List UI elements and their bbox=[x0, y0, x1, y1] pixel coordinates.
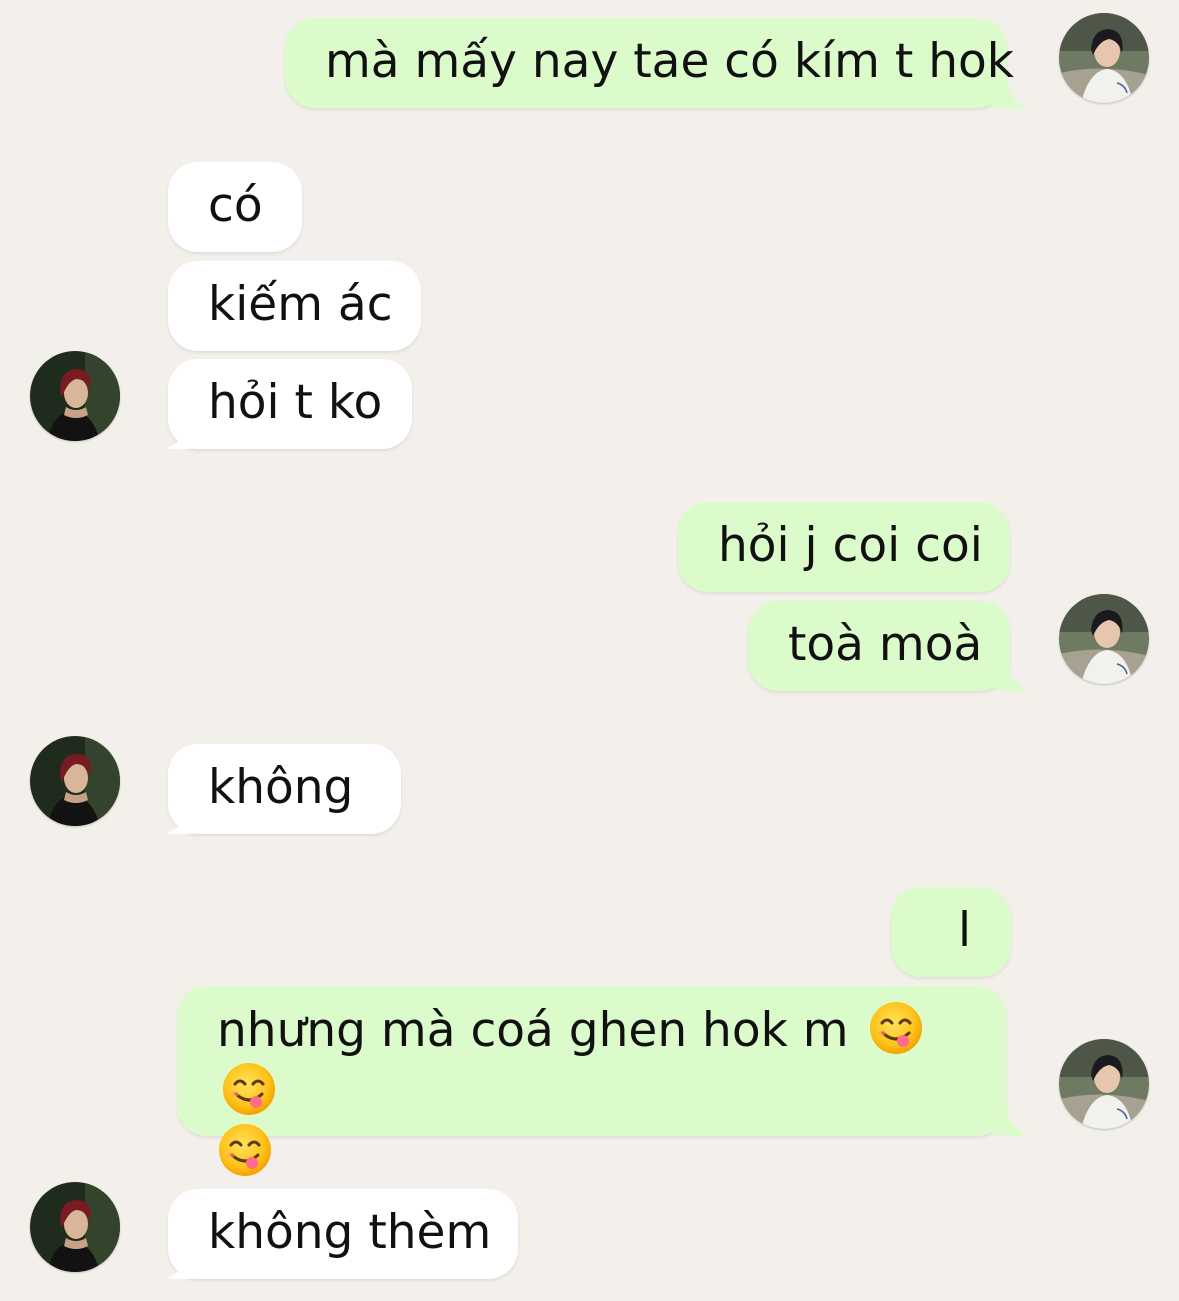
message-bubble-received[interactable]: kiếm ác bbox=[168, 261, 421, 351]
message-text: có bbox=[208, 178, 263, 233]
avatar-contact[interactable] bbox=[30, 1182, 120, 1272]
message-text: hỏi j coi coi bbox=[718, 518, 983, 573]
avatar-contact-icon bbox=[30, 1182, 120, 1272]
avatar-me-icon bbox=[1059, 13, 1149, 103]
bubble-tail-left bbox=[166, 420, 210, 450]
message-bubble-received[interactable]: không thèm bbox=[168, 1189, 518, 1279]
avatar-contact-icon bbox=[30, 736, 120, 826]
avatar-contact-icon bbox=[30, 351, 120, 441]
message-bubble-received[interactable]: có bbox=[168, 162, 302, 252]
message-bubble-sent[interactable]: nhưng mà coá ghen hok m bbox=[177, 986, 1007, 1136]
avatar-me[interactable] bbox=[1059, 1039, 1149, 1129]
avatar-contact[interactable] bbox=[30, 736, 120, 826]
bubble-tail-right bbox=[985, 662, 1029, 692]
message-bubble-sent[interactable]: l bbox=[891, 887, 1011, 977]
face-savoring-food-emoji bbox=[217, 1122, 273, 1178]
bubble-tail-left bbox=[166, 1250, 210, 1280]
message-text: không thèm bbox=[208, 1205, 492, 1260]
bubble-tail-right bbox=[985, 80, 1029, 110]
chat-thread: mà mấy nay tae có kím t hok có kiếm ác h… bbox=[0, 0, 1179, 1301]
avatar-me-icon bbox=[1059, 594, 1149, 684]
bubble-tail-right bbox=[985, 1107, 1029, 1137]
message-bubble-sent[interactable]: toà moà bbox=[748, 601, 1010, 691]
bubble-tail-left bbox=[166, 805, 210, 835]
message-text: l bbox=[957, 903, 971, 958]
face-savoring-food-emoji bbox=[868, 1000, 924, 1056]
message-text: kiếm ác bbox=[208, 277, 393, 332]
avatar-me-icon bbox=[1059, 1039, 1149, 1129]
message-bubble-sent[interactable]: mà mấy nay tae có kím t hok bbox=[285, 18, 1014, 108]
avatar-me[interactable] bbox=[1059, 594, 1149, 684]
avatar-contact[interactable] bbox=[30, 351, 120, 441]
message-text: hỏi t ko bbox=[208, 375, 383, 430]
face-savoring-food-emoji bbox=[221, 1061, 277, 1117]
message-bubble-sent[interactable]: hỏi j coi coi bbox=[678, 502, 1010, 592]
message-text: không bbox=[208, 760, 354, 815]
message-text: toà moà bbox=[788, 617, 983, 672]
message-text: nhưng mà coá ghen hok m bbox=[217, 1003, 849, 1058]
avatar-me[interactable] bbox=[1059, 13, 1149, 103]
message-text: mà mấy nay tae có kím t hok bbox=[325, 34, 1014, 89]
